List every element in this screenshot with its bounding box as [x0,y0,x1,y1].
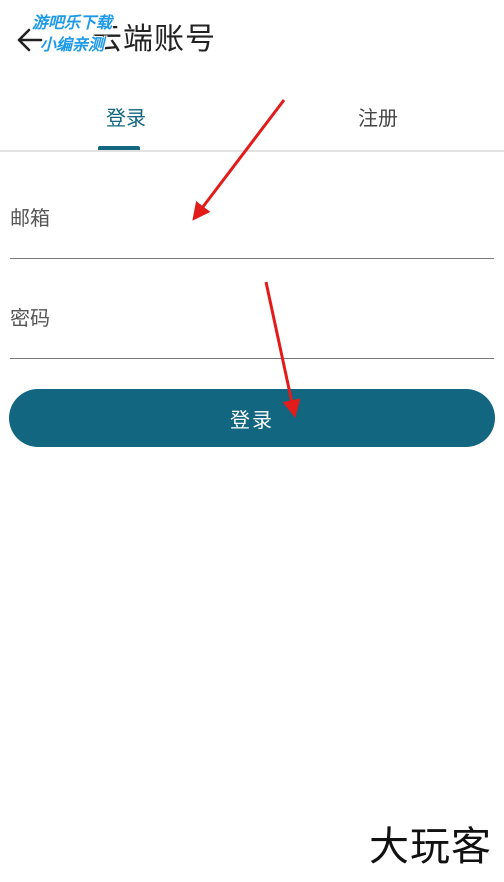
email-input[interactable] [10,198,494,238]
tab-bar: 登录 注册 [0,84,504,151]
email-field [10,198,494,259]
tab-register[interactable]: 注册 [252,84,504,148]
tab-login[interactable]: 登录 [0,84,252,148]
password-field [10,298,494,359]
watermark-bottom: 大玩客 [369,824,492,870]
tabs-divider [0,150,504,152]
arrow-left-icon [17,28,43,52]
page-title: 云端账号 [92,22,216,57]
password-input[interactable] [10,298,494,338]
back-button[interactable] [8,18,52,62]
app-bar: 云端账号 游吧乐下载 小编亲测 [0,0,504,84]
login-button[interactable]: 登录 [9,389,495,447]
